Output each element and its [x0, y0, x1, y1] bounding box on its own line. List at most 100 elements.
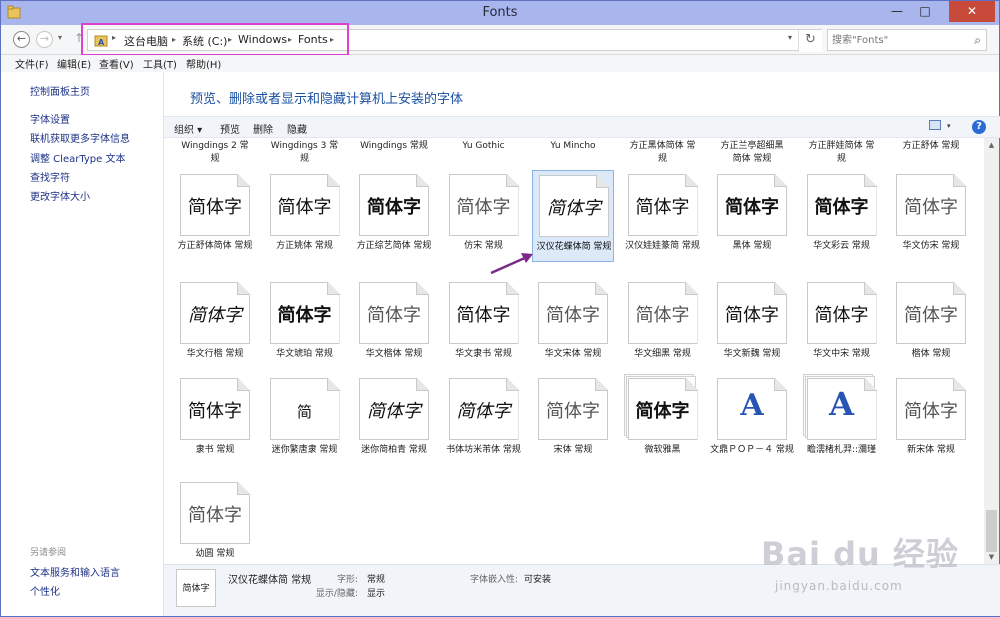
refresh-button[interactable]: ↻ [798, 30, 822, 52]
font-item-label[interactable]: Wingdings 3 常规 [262, 140, 348, 166]
menu-file[interactable]: 文件(F) [15, 56, 49, 71]
font-tile[interactable]: 简迷你繁唐隶 常规 [264, 374, 346, 466]
font-tile[interactable]: 简体字 汉仪娃娃篆简 常规 [622, 170, 704, 262]
close-button[interactable]: ✕ [949, 1, 995, 22]
menu-help[interactable]: 帮助(H) [186, 56, 221, 71]
font-name-line: 方正舒体 常规 [902, 141, 960, 151]
font-name-line: 方正胖娃简体 常 [808, 141, 875, 151]
font-tile[interactable]: 简体字 华文仿宋 常规 [890, 170, 972, 262]
view-icon[interactable] [929, 120, 941, 130]
control-panel-home-link[interactable]: 控制面板主页 [30, 83, 90, 98]
font-tile[interactable]: 简体字 华文宋体 常规 [532, 278, 614, 370]
font-sample-text: 简体字 [904, 401, 958, 422]
font-item-label[interactable]: 方正兰亭超细黑 简体 常规 [709, 140, 795, 166]
font-tile[interactable]: 简体字 宋体 常规 [532, 374, 614, 466]
see-also-heading: 另请参阅 [30, 548, 67, 558]
font-name-label: 方正综艺简体 常规 [356, 241, 432, 251]
scroll-up-icon[interactable]: ▲ [984, 138, 999, 152]
organize-button[interactable]: 组织 ▾ [174, 121, 202, 136]
font-item-label[interactable]: Yu Mincho [530, 140, 616, 153]
personalization-link[interactable]: 个性化 [30, 583, 60, 598]
search-box[interactable]: ⌕ [827, 29, 987, 51]
help-icon[interactable]: ? [972, 120, 986, 134]
font-tile[interactable]: 简体字 方正舒体简体 常规 [174, 170, 256, 262]
font-tile[interactable]: 简体字 幼圆 常规 [174, 478, 256, 564]
font-grid: Wingdings 2 常规 Wingdings 3 常规 Wingdings 常规… [164, 138, 984, 564]
font-tile[interactable]: 简体字 汉仪花蝶体简 常规 [532, 170, 614, 262]
menu-tools[interactable]: 工具(T) [143, 56, 177, 71]
font-name-label: 华文楷体 常规 [365, 349, 423, 359]
online-font-info-link[interactable]: 联机获取更多字体信息 [30, 130, 130, 145]
address-dropdown-icon[interactable]: ▾ [788, 33, 792, 42]
menu-edit[interactable]: 编辑(E) [57, 56, 91, 71]
font-tile[interactable]: 简体字 华文楷体 常规 [353, 278, 435, 370]
details-font-thumbnail: 简体字 [176, 569, 216, 607]
change-font-size-link[interactable]: 更改字体大小 [30, 188, 90, 203]
font-tile[interactable]: 简体字 华文隶书 常规 [443, 278, 525, 370]
page-fold [326, 174, 340, 187]
details-embed-key: 字体嵌入性: [469, 575, 518, 585]
maximize-button[interactable]: □ [911, 1, 939, 22]
font-tile[interactable]: 简体字 华文行楷 常规 [174, 278, 256, 370]
vertical-scrollbar[interactable]: ▲ ▼ [984, 138, 999, 564]
page-title: 预览、删除或者显示和隐藏计算机上安装的字体 [190, 92, 464, 107]
explorer-window: Fonts — □ ✕ ← → ▾ ↑ A ▸ 这台电脑 ▸ 系统 (C:) ▸… [0, 0, 1000, 617]
font-tile[interactable]: 简体字 楷体 常规 [890, 278, 972, 370]
font-item-label[interactable]: 方正胖娃简体 常规 [799, 140, 885, 166]
minimize-button[interactable]: — [883, 1, 911, 22]
font-item-label[interactable]: 方正黑体简体 常规 [620, 140, 706, 166]
font-tile[interactable]: A 瞻濡楮札羿::瀰瑾 [801, 374, 883, 466]
font-sample-text: 简体字 [367, 401, 421, 422]
font-settings-link[interactable]: 字体设置 [30, 111, 70, 126]
font-tile[interactable]: 简体字 黑体 常规 [711, 170, 793, 262]
font-name-label: 瞻濡楮札羿::瀰瑾 [806, 445, 877, 455]
font-tile[interactable]: A 文鼎ＰＯＰ－４ 常规 [710, 374, 794, 466]
font-item-label[interactable]: Wingdings 2 常规 [172, 140, 258, 166]
menu-view[interactable]: 查看(V) [99, 56, 134, 71]
search-icon[interactable]: ⌕ [974, 33, 981, 48]
font-tile[interactable]: 简体字 隶书 常规 [174, 374, 256, 466]
font-tile[interactable]: 简体字 华文细黑 常规 [622, 278, 704, 370]
font-sample-text: 简体字 [277, 197, 332, 218]
font-item-label[interactable]: 方正舒体 常规 [888, 140, 974, 153]
text-services-link[interactable]: 文本服务和输入语言 [30, 564, 120, 579]
find-character-link[interactable]: 查找字符 [30, 169, 70, 184]
font-sample-text: 简体字 [904, 305, 958, 326]
font-tile[interactable]: 简体字 华文中宋 常规 [801, 278, 883, 370]
font-sample-text: 简 [296, 403, 312, 421]
back-button[interactable]: ← [13, 31, 30, 48]
details-thumb-sample: 简体字 [182, 584, 210, 594]
font-name-line: 规 [657, 154, 667, 164]
hide-button[interactable]: 隐藏 [287, 121, 307, 136]
font-name-label: 隶书 常规 [195, 445, 235, 455]
font-sample-text: 简体字 [188, 401, 242, 422]
font-tile[interactable]: 简体字 迷你简柏青 常规 [353, 374, 435, 466]
font-name-label: 宋体 常规 [553, 445, 593, 455]
font-item-label[interactable]: Yu Gothic [441, 140, 527, 153]
font-name-label: 迷你繁唐隶 常规 [271, 445, 338, 455]
forward-button[interactable]: → [36, 31, 53, 48]
page-fold [237, 282, 250, 295]
font-tile[interactable]: 简体字 方正综艺简体 常规 [353, 170, 435, 262]
page-fold [684, 282, 698, 295]
font-tile[interactable]: 简体字 新宋体 常规 [890, 374, 972, 466]
preview-button[interactable]: 预览 [220, 121, 240, 136]
font-tile[interactable]: 简体字 华文琥珀 常规 [264, 278, 346, 370]
search-input[interactable] [832, 32, 962, 48]
font-tile[interactable]: 简体字 华文新魏 常规 [711, 278, 793, 370]
view-dropdown-icon[interactable]: ▾ [947, 122, 951, 130]
font-item-label[interactable]: Wingdings 常规 [351, 140, 437, 153]
page-fold [237, 174, 250, 187]
delete-button[interactable]: 删除 [253, 121, 273, 136]
recent-locations-icon[interactable]: ▾ [58, 33, 62, 42]
font-sample-text: 简体字 [814, 197, 869, 218]
font-name-label: 华文行楷 常规 [186, 349, 244, 359]
cleartype-link[interactable]: 调整 ClearType 文本 [30, 150, 125, 165]
font-tile[interactable]: 简体字 书体坊米芾体 常规 [443, 374, 525, 466]
font-name-label: 微软雅黑 [644, 445, 681, 455]
font-tile[interactable]: 简体字 方正姚体 常规 [264, 170, 346, 262]
font-tile[interactable]: 简体字 微软雅黑 [622, 374, 704, 466]
page-fold [237, 482, 250, 495]
font-tile[interactable]: 简体字 华文彩云 常规 [801, 170, 883, 262]
font-name-label: 华文新魏 常规 [723, 349, 781, 359]
